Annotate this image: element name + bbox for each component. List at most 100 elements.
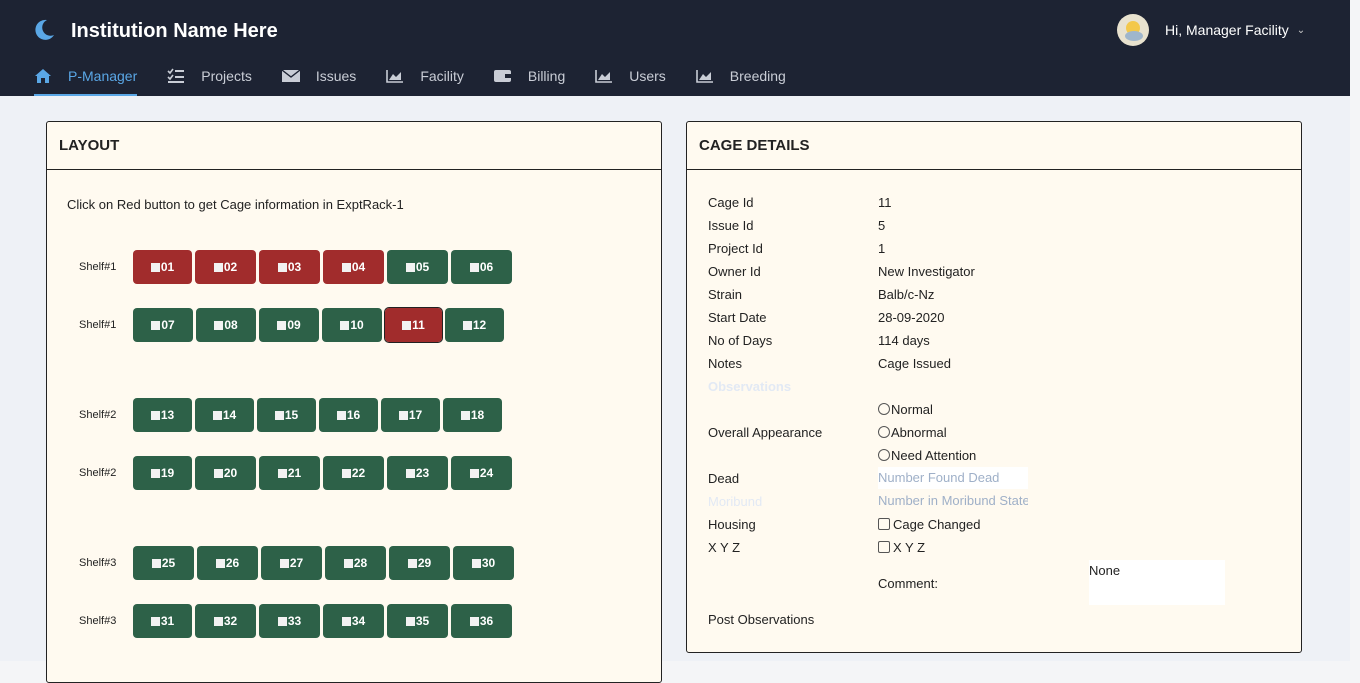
cage-button-07[interactable]: 07 xyxy=(133,308,193,342)
cage-button-08[interactable]: 08 xyxy=(196,308,256,342)
xyz-option-label: X Y Z xyxy=(893,540,926,555)
nav-users[interactable]: Users xyxy=(595,58,666,94)
layout-panel: LAYOUT Click on Red button to get Cage i… xyxy=(46,121,662,683)
xyz-checkbox[interactable]: X Y Z xyxy=(878,540,925,555)
cage-button-30[interactable]: 30 xyxy=(453,546,514,580)
cage-square-icon xyxy=(341,616,351,626)
cage-button-20[interactable]: 20 xyxy=(195,456,256,490)
nav-issues[interactable]: Issues xyxy=(281,58,357,94)
nav-projects[interactable]: Projects xyxy=(167,58,252,94)
cage-button-29[interactable]: 29 xyxy=(389,546,450,580)
strain-value: Balb/c-Nz xyxy=(878,287,935,302)
comment-textarea[interactable]: None xyxy=(1089,560,1225,605)
cage-number: 11 xyxy=(412,318,425,332)
cage-button-13[interactable]: 13 xyxy=(133,398,192,432)
project-id-label: Project Id xyxy=(708,241,763,256)
radio-need-attention[interactable]: Need Attention xyxy=(878,448,976,463)
cage-button-33[interactable]: 33 xyxy=(259,604,320,638)
cage-button-02[interactable]: 02 xyxy=(195,250,256,284)
cage-button-06[interactable]: 06 xyxy=(451,250,512,284)
cage-button-10[interactable]: 10 xyxy=(322,308,382,342)
shelf-row: Shelf#3 31 32 33 34 35 36 xyxy=(79,604,515,638)
chevron-down-icon: ⌄ xyxy=(1296,24,1306,36)
cage-button-16[interactable]: 16 xyxy=(319,398,378,432)
nav-billing[interactable]: Billing xyxy=(493,58,566,94)
cage-button-03[interactable]: 03 xyxy=(259,250,320,284)
cage-number: 23 xyxy=(415,466,430,480)
layout-title: LAYOUT xyxy=(47,122,661,170)
cage-button-05[interactable]: 05 xyxy=(387,250,448,284)
cage-square-icon xyxy=(469,262,479,272)
cage-button-09[interactable]: 09 xyxy=(259,308,319,342)
dead-count-input[interactable]: Number Found Dead xyxy=(878,467,1028,489)
cage-square-icon xyxy=(341,262,351,272)
cage-number: 14 xyxy=(222,408,237,422)
home-icon xyxy=(35,69,51,83)
cage-button-17[interactable]: 17 xyxy=(381,398,440,432)
shelf-row: Shelf#2 19 20 21 22 23 24 xyxy=(79,456,515,490)
appearance-label: Overall Appearance xyxy=(708,425,823,440)
cage-square-icon xyxy=(277,262,287,272)
cage-button-21[interactable]: 21 xyxy=(259,456,320,490)
cage-button-32[interactable]: 32 xyxy=(195,604,256,638)
cage-button-35[interactable]: 35 xyxy=(387,604,448,638)
cage-number: 15 xyxy=(284,408,299,422)
cage-button-34[interactable]: 34 xyxy=(323,604,384,638)
cage-square-icon xyxy=(402,320,412,330)
radio-icon xyxy=(878,403,890,415)
cage-button-36[interactable]: 36 xyxy=(451,604,512,638)
owner-id-label: Owner Id xyxy=(708,264,761,279)
cage-square-icon xyxy=(151,558,161,568)
nav-breeding[interactable]: Breeding xyxy=(695,58,786,94)
cage-button-26[interactable]: 26 xyxy=(197,546,258,580)
cage-square-icon xyxy=(343,558,353,568)
cage-button-22[interactable]: 22 xyxy=(323,456,384,490)
cage-button-04[interactable]: 04 xyxy=(323,250,384,284)
moon-icon xyxy=(32,18,56,47)
cage-button-19[interactable]: 19 xyxy=(133,456,192,490)
days-value: 114 days xyxy=(878,333,930,348)
cage-square-icon xyxy=(212,410,222,420)
nav-label: Issues xyxy=(315,68,357,84)
checkbox-icon xyxy=(878,541,890,553)
cage-number: 08 xyxy=(224,318,238,332)
cage-button-31[interactable]: 31 xyxy=(133,604,192,638)
user-menu[interactable]: Hi, Manager Facility ⌄ xyxy=(1117,14,1305,46)
cage-changed-label: Cage Changed xyxy=(893,517,981,532)
brand-title[interactable]: Institution Name Here xyxy=(71,20,278,43)
cage-button-14[interactable]: 14 xyxy=(195,398,254,432)
cage-square-icon xyxy=(150,616,160,626)
cage-button-11[interactable]: 11 xyxy=(384,307,443,343)
nav-label: P-Manager xyxy=(68,68,138,84)
cage-button-27[interactable]: 27 xyxy=(261,546,322,580)
cage-square-icon xyxy=(336,410,346,420)
cage-number: 27 xyxy=(289,556,304,570)
shelf-label: Shelf#1 xyxy=(79,319,117,331)
cage-number: 12 xyxy=(472,318,487,332)
cage-square-icon xyxy=(460,410,470,420)
nav-p-manager[interactable]: P-Manager xyxy=(34,58,138,96)
cage-button-28[interactable]: 28 xyxy=(325,546,386,580)
issue-id-label: Issue Id xyxy=(708,218,754,233)
cage-square-icon xyxy=(150,262,160,272)
cage-button-15[interactable]: 15 xyxy=(257,398,316,432)
radio-normal[interactable]: Normal xyxy=(878,402,933,417)
cage-square-icon xyxy=(469,468,479,478)
cage-button-18[interactable]: 18 xyxy=(443,398,502,432)
cage-number: 09 xyxy=(287,318,301,332)
cage-changed-checkbox[interactable]: Cage Changed xyxy=(878,517,980,532)
cage-button-24[interactable]: 24 xyxy=(451,456,512,490)
nav-facility[interactable]: Facility xyxy=(386,58,464,94)
radio-normal-label: Normal xyxy=(891,402,933,417)
radio-abnormal[interactable]: Abnormal xyxy=(878,425,947,440)
cage-button-01[interactable]: 01 xyxy=(133,250,192,284)
post-observations-button[interactable]: Post Observations xyxy=(708,612,814,627)
shelf-row: Shelf#2 13 14 15 16 17 18 xyxy=(79,398,505,432)
moribund-count-input[interactable]: Number in Moribund State xyxy=(878,490,1028,512)
cage-button-23[interactable]: 23 xyxy=(387,456,448,490)
cage-number: 22 xyxy=(351,466,366,480)
cage-button-25[interactable]: 25 xyxy=(133,546,194,580)
nav-label: Billing xyxy=(527,68,566,84)
cage-button-12[interactable]: 12 xyxy=(445,308,504,342)
notes-value: Cage Issued xyxy=(878,356,951,371)
